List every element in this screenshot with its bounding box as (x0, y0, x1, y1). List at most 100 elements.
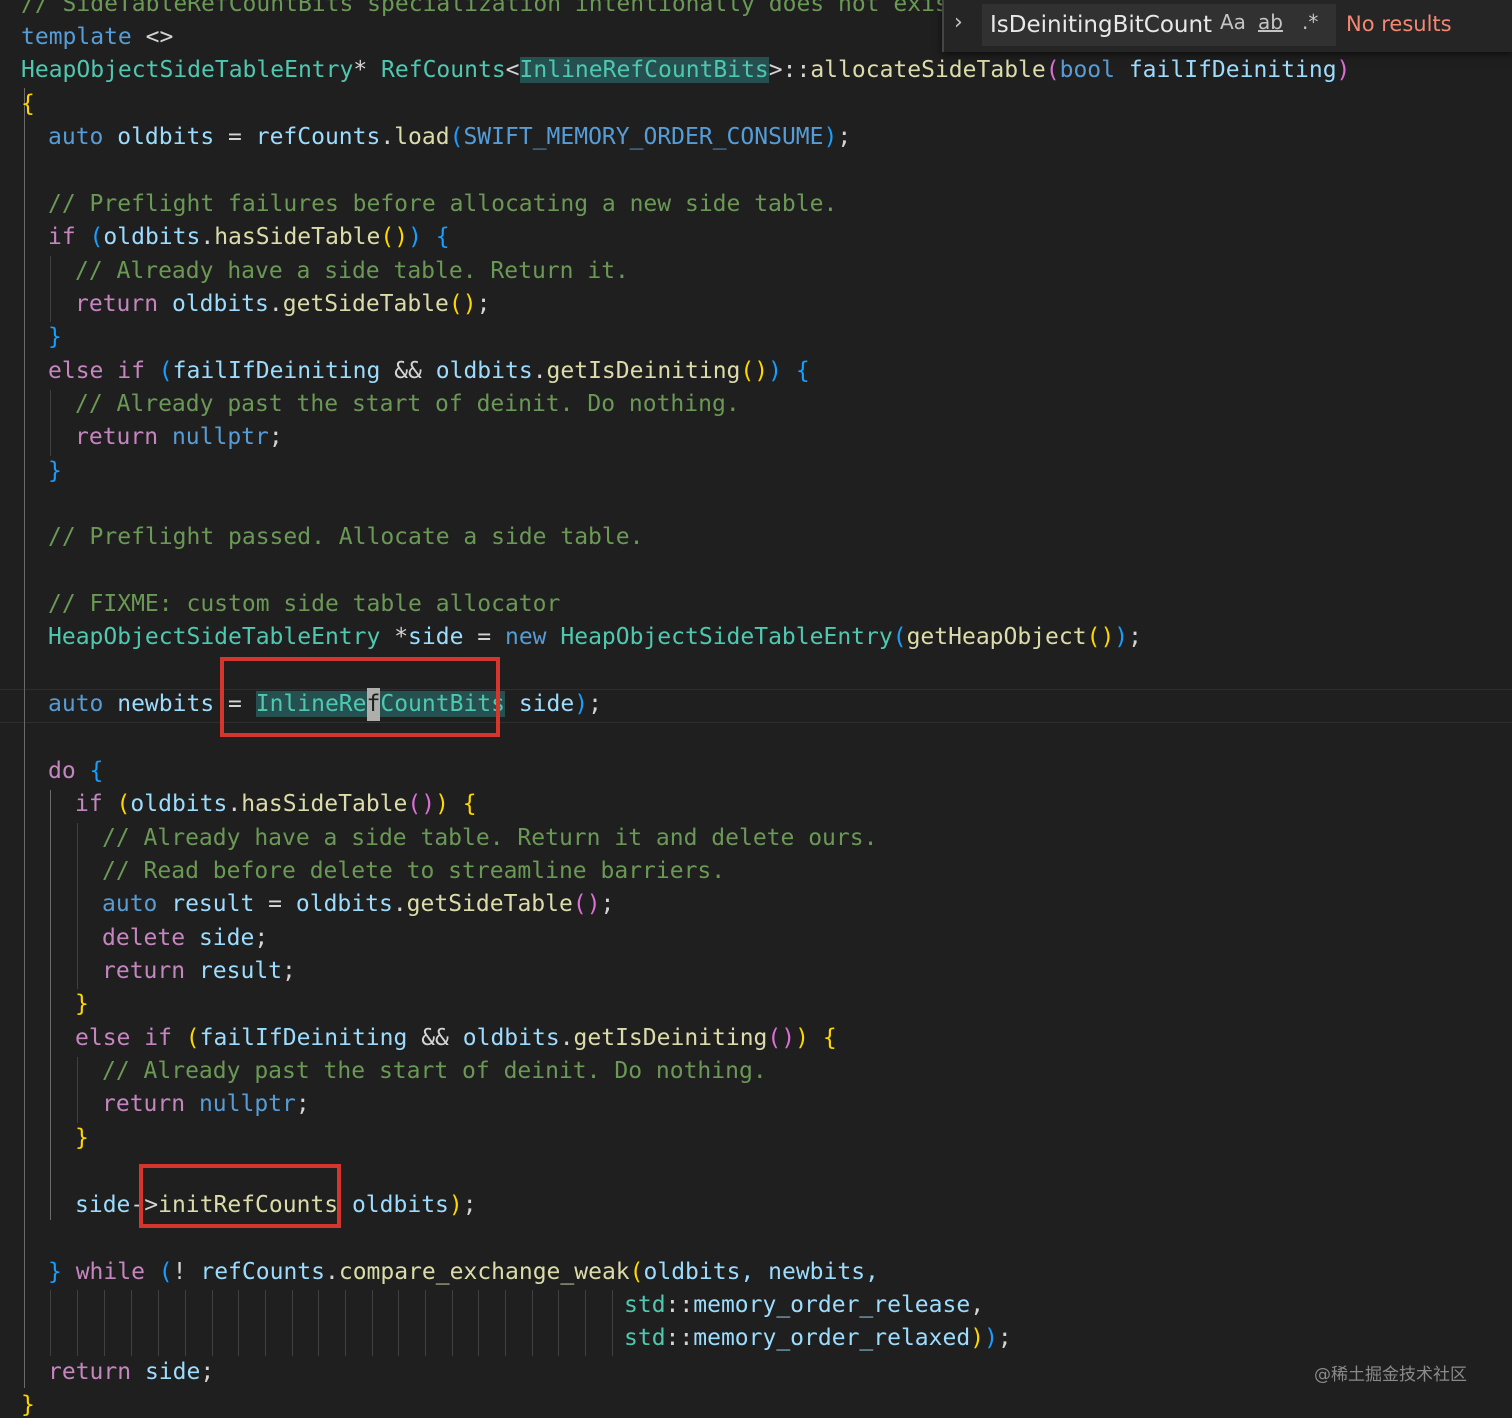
code-line-35[interactable]: return side; (48, 1356, 214, 1389)
variable: oldbits (158, 291, 269, 317)
code-line-3[interactable]: HeapObjectSideTableEntry* RefCounts<Inli… (21, 54, 1350, 87)
operator: . (227, 791, 242, 817)
indent-guide (50, 390, 51, 456)
code-line-24[interactable]: delete side; (102, 922, 268, 955)
code-line-22[interactable]: // Read before delete to streamline barr… (102, 855, 725, 888)
whole-word-icon[interactable]: ab (1258, 10, 1283, 34)
chevron-right-icon[interactable]: › (954, 10, 963, 35)
code-line-7[interactable]: if (oldbits.hasSideTable()) { (48, 221, 450, 254)
keyword: auto (102, 891, 158, 917)
keyword: else if (75, 1025, 172, 1051)
comment: // Preflight failures before allocating … (48, 191, 838, 217)
indent-guide (50, 256, 51, 322)
paren: ( (1045, 57, 1060, 83)
brace: } (48, 1259, 62, 1285)
operator: . (380, 124, 395, 150)
indent-guide (372, 1290, 373, 1356)
operator: . (392, 891, 407, 917)
indent-guide (212, 1290, 213, 1356)
code-line-1[interactable]: // SideTableRefCountBits specialization … (21, 0, 976, 21)
code-line-21[interactable]: // Already have a side table. Return it … (102, 822, 877, 855)
code-line-30[interactable]: } (75, 1122, 89, 1155)
comment: // Already past the start of deinit. Do … (75, 391, 740, 417)
paren: () (448, 291, 477, 317)
keyword: delete (102, 925, 186, 951)
type-name: HeapObjectSideTableEntry (546, 624, 893, 650)
class-name: RefCounts (381, 57, 506, 83)
brace: } (48, 458, 62, 484)
template-args: <> (131, 24, 174, 50)
indent-guide (452, 1290, 453, 1356)
indent-guide (532, 1290, 533, 1356)
code-line-17[interactable]: HeapObjectSideTableEntry *side = new Hea… (48, 621, 1142, 654)
operator: < (505, 57, 520, 83)
code-line-13[interactable]: return nullptr; (75, 421, 283, 454)
code-line-6[interactable]: // Preflight failures before allocating … (48, 188, 837, 221)
variable: failIfDeiniting (199, 1025, 408, 1051)
paren: ( (892, 624, 907, 650)
code-line-9[interactable]: return oldbits.getSideTable(); (75, 288, 490, 321)
code-line-29[interactable]: return nullptr; (102, 1088, 310, 1121)
code-line-14[interactable]: } (48, 455, 62, 488)
brace: } (48, 324, 62, 350)
function-name: hasSideTable (241, 791, 408, 817)
param-type: bool (1059, 57, 1115, 83)
code-line-11[interactable]: else if (failIfDeiniting && oldbits.getI… (48, 355, 810, 388)
brace: } (75, 991, 89, 1017)
paren: ) (448, 1192, 463, 1218)
code-line-33[interactable]: std::memory_order_release, (624, 1289, 984, 1322)
paren: ) (1114, 624, 1129, 650)
code-line-12[interactable]: // Already past the start of deinit. Do … (75, 388, 740, 421)
paren: () (572, 891, 601, 917)
code-line-36[interactable]: } (21, 1389, 35, 1418)
code-line-20[interactable]: if (oldbits.hasSideTable()) { (75, 788, 477, 821)
code-line-34[interactable]: std::memory_order_relaxed)); (624, 1322, 1012, 1355)
variable: failIfDeiniting (172, 358, 381, 384)
code-line-25[interactable]: return result; (102, 955, 296, 988)
brace: { (75, 758, 104, 784)
semicolon: ; (600, 891, 615, 917)
code-line-32[interactable]: } while (! refCounts.compare_exchange_we… (48, 1256, 879, 1289)
function-name: getHeapObject (906, 624, 1087, 650)
code-line-8[interactable]: // Already have a side table. Return it. (75, 255, 629, 288)
literal: nullptr (158, 424, 269, 450)
comment: // SideTableRefCountBits specialization … (21, 0, 977, 17)
indent-guide (318, 1290, 319, 1356)
code-line-26[interactable]: } (75, 988, 89, 1021)
code-line-16[interactable]: // FIXME: custom side table allocator (48, 588, 560, 621)
keyword: return (102, 958, 186, 984)
code-line-15[interactable]: // Preflight passed. Allocate a side tab… (48, 521, 643, 554)
comment: // Preflight passed. Allocate a side tab… (48, 524, 644, 550)
code-editor[interactable]: // SideTableRefCountBits specialization … (0, 0, 1512, 1418)
match-case-icon[interactable]: Aa (1220, 10, 1246, 34)
indent-guide (425, 1290, 426, 1356)
code-line-4[interactable]: { (21, 88, 35, 121)
code-line-28[interactable]: // Already past the start of deinit. Do … (102, 1055, 767, 1088)
regex-icon[interactable]: .* (1302, 10, 1318, 34)
code-line-23[interactable]: auto result = oldbits.getSideTable(); (102, 888, 614, 921)
paren: () (380, 224, 409, 250)
function-name: compare_exchange_weak (338, 1259, 630, 1285)
operator: ! (172, 1259, 201, 1285)
code-line-27[interactable]: else if (failIfDeiniting && oldbits.getI… (75, 1022, 837, 1055)
operator: && (407, 1025, 463, 1051)
indent-guide (50, 790, 51, 1220)
code-line-19[interactable]: do { (48, 755, 103, 788)
keyword: return (75, 291, 159, 317)
semicolon: ; (254, 925, 269, 951)
code-line-5[interactable]: auto oldbits = refCounts.load(SWIFT_MEMO… (48, 121, 851, 154)
paren: () (1086, 624, 1115, 650)
comment: // Already past the start of deinit. Do … (102, 1058, 767, 1084)
indent-guide (131, 1290, 132, 1356)
indent-guide (478, 1290, 479, 1356)
macro-constant: SWIFT_MEMORY_ORDER_CONSUME (463, 124, 824, 150)
paren: ( (449, 124, 464, 150)
code-line-2[interactable]: template <> (21, 21, 173, 54)
semicolon: ; (268, 424, 283, 450)
keyword: if (75, 791, 103, 817)
variable: oldbits (130, 791, 228, 817)
indent-guide (345, 1290, 346, 1356)
code-line-10[interactable]: } (48, 321, 62, 354)
variable: oldbits (103, 124, 215, 150)
operator: . (200, 224, 215, 250)
